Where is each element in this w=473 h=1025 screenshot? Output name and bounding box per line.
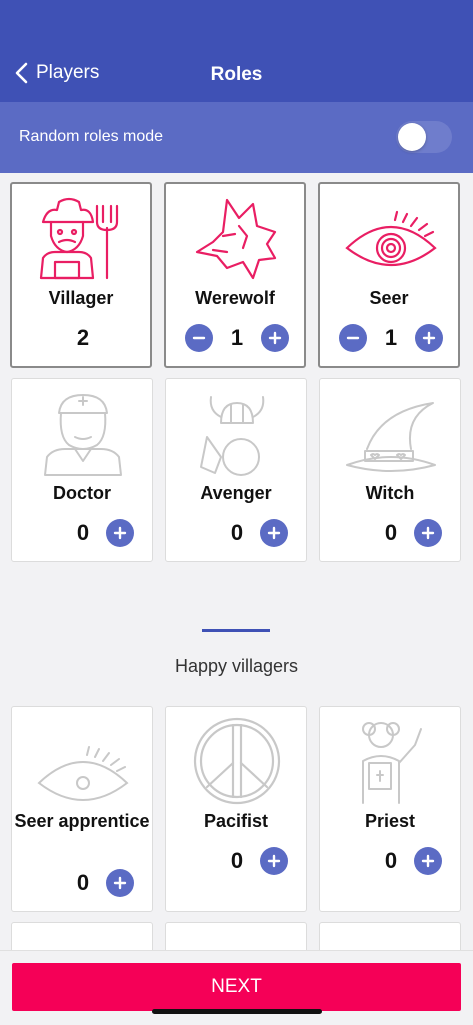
home-indicator [152, 1009, 322, 1014]
role-counter: 0 [166, 846, 306, 876]
role-card-seer[interactable]: Seer 1 [318, 182, 460, 368]
role-count: 1 [384, 325, 398, 350]
role-name: Pacifist [203, 811, 269, 831]
section-title: Happy villagers [174, 656, 299, 676]
role-count: 0 [384, 520, 398, 545]
role-card-witch[interactable]: Witch 0 [319, 378, 461, 562]
role-count: 1 [230, 325, 244, 350]
role-name: Seer [369, 288, 409, 308]
role-count: 0 [384, 848, 398, 873]
role-count: 0 [76, 520, 90, 545]
plus-icon [268, 331, 282, 345]
back-button[interactable]: Players [14, 62, 99, 84]
role-counter: 0 [166, 518, 306, 548]
role-card-werewolf[interactable]: Werewolf 1 [164, 182, 306, 368]
role-name: Seer apprentice [14, 811, 150, 831]
role-count: 0 [230, 848, 244, 873]
role-card-doctor[interactable]: Doctor 0 [11, 378, 153, 562]
next-button[interactable]: NEXT [12, 963, 461, 1011]
increment-button[interactable] [106, 519, 134, 547]
decrement-button[interactable] [339, 324, 367, 352]
role-counter: 0 [320, 518, 460, 548]
plus-icon [267, 854, 281, 868]
eye-icon [345, 210, 437, 266]
role-name: Villager [48, 288, 114, 308]
role-counter: 0 [320, 846, 460, 876]
role-count: 0 [230, 520, 244, 545]
role-counter: 0 [12, 518, 152, 548]
viking-icon [200, 396, 265, 476]
plus-icon [113, 526, 127, 540]
increment-button[interactable] [414, 519, 442, 547]
plus-icon [267, 526, 281, 540]
role-counter: 1 [166, 323, 304, 353]
toggle-knob [398, 123, 426, 151]
increment-button[interactable] [106, 869, 134, 897]
witch-hat-icon [346, 402, 436, 472]
priest-icon [362, 722, 422, 804]
peace-icon [193, 717, 281, 805]
minus-icon [346, 336, 360, 340]
role-counter: 0 [12, 868, 152, 898]
role-card-avenger[interactable]: Avenger 0 [165, 378, 307, 562]
plus-icon [422, 331, 436, 345]
plus-icon [113, 876, 127, 890]
increment-button[interactable] [414, 847, 442, 875]
role-card-priest[interactable]: Priest 0 [319, 706, 461, 912]
decrement-button[interactable] [185, 324, 213, 352]
role-card-villager[interactable]: Villager 2 [10, 182, 152, 368]
role-card-seer-apprentice[interactable]: Seer apprentice 0 [11, 706, 153, 912]
villager-icon [39, 197, 119, 280]
increment-button[interactable] [260, 847, 288, 875]
section-divider [202, 629, 270, 632]
increment-button[interactable] [415, 324, 443, 352]
role-counter: 2 [12, 323, 150, 353]
plus-icon [421, 526, 435, 540]
role-name: Werewolf [195, 288, 275, 308]
increment-button[interactable] [261, 324, 289, 352]
role-name: Priest [364, 811, 416, 831]
minus-icon [192, 336, 206, 340]
eye-icon [37, 746, 129, 801]
back-label: Players [36, 62, 100, 83]
doctor-icon [44, 394, 122, 476]
role-count: 0 [76, 870, 90, 895]
role-counter: 1 [320, 323, 458, 353]
role-name: Doctor [53, 483, 111, 503]
random-roles-toggle[interactable] [396, 121, 452, 153]
plus-icon [421, 854, 435, 868]
werewolf-icon [195, 198, 277, 280]
role-card-pacifist[interactable]: Pacifist 0 [165, 706, 307, 912]
chevron-left-icon [15, 62, 28, 84]
increment-button[interactable] [260, 519, 288, 547]
role-name: Avenger [200, 483, 272, 503]
navigation-bar: Players Roles [0, 0, 473, 102]
role-name: Witch [365, 483, 415, 503]
random-roles-label: Random roles mode [19, 128, 164, 145]
role-count: 2 [76, 325, 90, 350]
